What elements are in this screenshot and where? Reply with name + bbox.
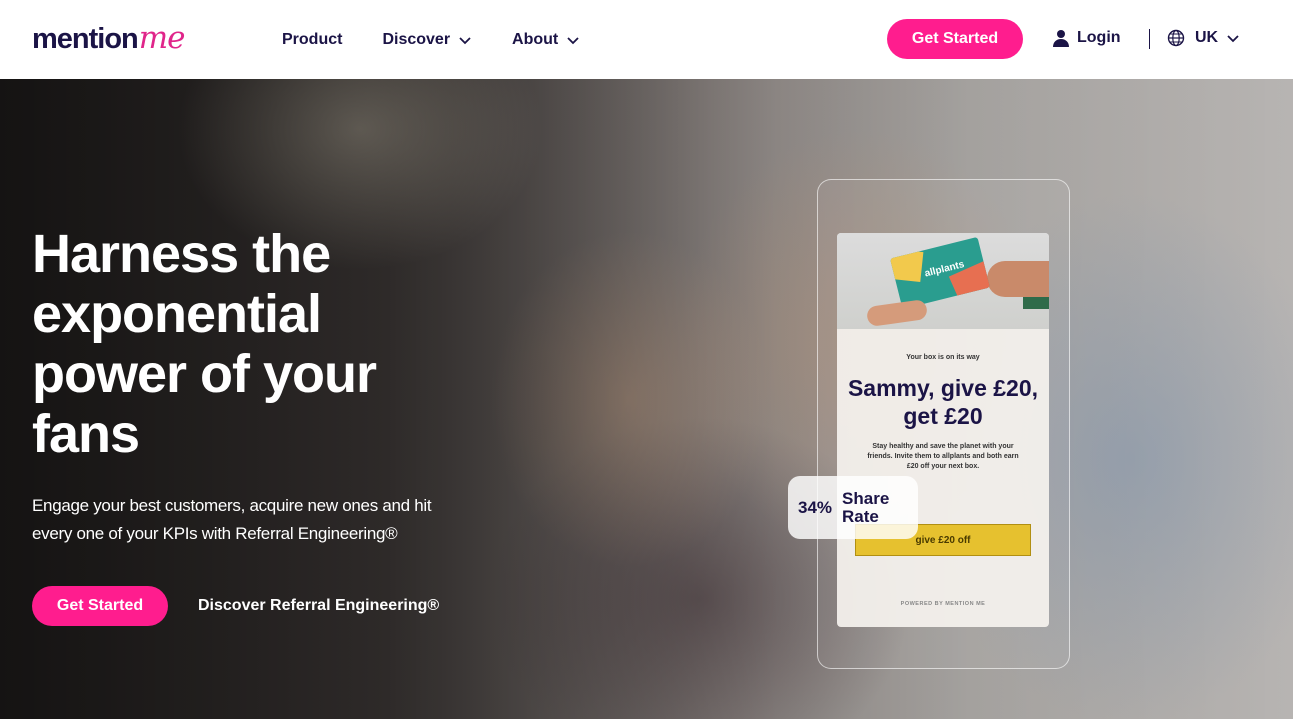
hero-subtitle: Engage your best customers, acquire new … <box>32 496 432 543</box>
card-body: Stay healthy and save the planet with yo… <box>867 443 1019 470</box>
card-product-image: allplants <box>837 233 1049 329</box>
chevron-down-icon <box>459 36 471 44</box>
referral-card: allplants Your box is on its way Sammy, … <box>837 233 1049 627</box>
locale-label: UK <box>1195 29 1219 46</box>
hero-title: Harness the exponential power of your fa… <box>32 224 377 464</box>
nav-item-label: Discover <box>382 30 451 48</box>
globe-icon <box>1167 29 1185 47</box>
card-eyebrow: Your box is on its way <box>906 354 980 361</box>
product-box: allplants <box>890 236 990 310</box>
hand-shape <box>987 261 1049 297</box>
logo-accent-text: me <box>138 20 186 56</box>
main-nav: Product Discover About <box>282 0 620 79</box>
login-link[interactable]: Login <box>1052 29 1121 47</box>
logo-text: mention <box>32 23 139 55</box>
nav-item-label: About <box>512 30 559 48</box>
logo[interactable]: mention me <box>32 20 186 56</box>
user-icon <box>1053 30 1069 47</box>
card-title: Sammy, give £20, get £20 <box>847 375 1039 429</box>
locale-selector[interactable]: UK <box>1167 29 1240 47</box>
hand-shape <box>865 298 929 328</box>
stat-value: 34% <box>798 497 833 517</box>
card-powered-by: POWERED BY MENTION ME <box>900 601 986 607</box>
header-divider <box>1149 29 1150 49</box>
hero-section: Harness the exponential power of your fa… <box>0 79 1293 719</box>
stat-label: Share Rate <box>842 488 890 526</box>
nav-item-label: Product <box>282 30 343 48</box>
chevron-down-icon <box>1227 35 1239 43</box>
get-started-button[interactable]: Get Started <box>887 19 1023 59</box>
share-rate-badge: 34% Share Rate <box>788 476 918 539</box>
discover-referral-engineering-link[interactable]: Discover Referral Engineering® <box>198 597 439 615</box>
hero-get-started-button[interactable]: Get Started <box>32 586 168 626</box>
chevron-down-icon <box>567 36 579 44</box>
login-label: Login <box>1077 29 1121 46</box>
site-header: mention me Product Discover About Get Sta… <box>0 0 1293 79</box>
nav-item-product[interactable]: Product <box>282 31 342 49</box>
nav-item-discover[interactable]: Discover <box>382 31 472 49</box>
nav-item-about[interactable]: About <box>512 31 580 49</box>
